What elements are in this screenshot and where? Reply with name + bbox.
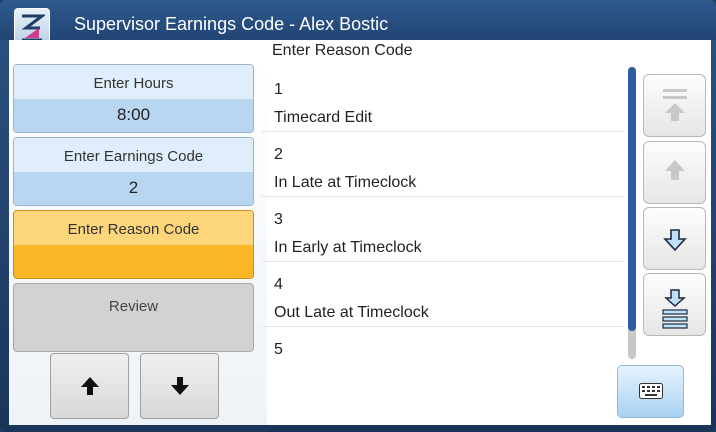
window-title: Supervisor Earnings Code - Alex Bostic [74,14,389,34]
keyboard-icon [639,383,663,399]
nav-down-button[interactable] [140,353,219,419]
item-label: In Late at Timeclock [274,174,417,191]
step-label: Review [108,298,159,315]
scroll-down-icon [663,229,687,252]
item-label: Out Late at Timeclock [274,304,429,321]
step-enter-earnings-code[interactable]: Enter Earnings Code 2 [13,137,254,206]
scroll-up-button[interactable] [643,141,706,204]
scroll-bottom-icon [662,289,688,329]
step-value: 2 [14,172,253,205]
nav-up-button[interactable] [50,353,129,419]
step-enter-hours[interactable]: Enter Hours 8:00 [13,64,254,133]
steps-panel: Enter Hours 8:00 Enter Earnings Code 2 E… [9,60,267,425]
app-window: Supervisor Earnings Code - Alex Bostic E… [0,0,716,432]
title-bar: Supervisor Earnings Code - Alex Bostic [0,0,716,48]
item-code: 4 [274,276,283,293]
item-code: 5 [274,341,283,357]
list-item[interactable]: 1 Timecard Edit [262,67,624,132]
item-code: 2 [274,146,283,163]
scrollbar-thumb[interactable] [628,67,636,331]
scroll-up-icon [665,160,685,180]
scroll-top-icon [663,89,687,121]
list-item[interactable]: 4 Out Late at Timeclock [262,262,624,327]
item-label: In Early at Timeclock [274,239,422,256]
arrow-up-icon [81,377,99,395]
list-scrollbar[interactable] [628,67,636,359]
step-label: Enter Reason Code [14,211,253,245]
reason-code-list: 1 Timecard Edit 2 In Late at Timeclock 3… [262,67,624,357]
arrow-down-icon [171,377,189,395]
scroll-top-button[interactable] [643,74,706,137]
step-value: 8:00 [14,99,253,132]
list-item[interactable]: 5 [262,327,624,357]
step-label: Enter Earnings Code [14,138,253,172]
item-code: 3 [274,211,283,228]
scroll-bottom-button[interactable] [643,273,706,336]
keyboard-button[interactable] [617,365,684,418]
step-enter-reason-code[interactable]: Enter Reason Code [13,210,254,279]
step-value [14,245,253,278]
scroll-down-button[interactable] [643,207,706,270]
step-label: Enter Hours [14,65,253,99]
step-review[interactable]: Review [13,283,254,352]
item-code: 1 [274,81,283,98]
list-item[interactable]: 2 In Late at Timeclock [262,132,624,197]
item-label: Timecard Edit [274,109,373,126]
list-item[interactable]: 3 In Early at Timeclock [262,197,624,262]
list-header: Enter Reason Code [272,42,413,59]
